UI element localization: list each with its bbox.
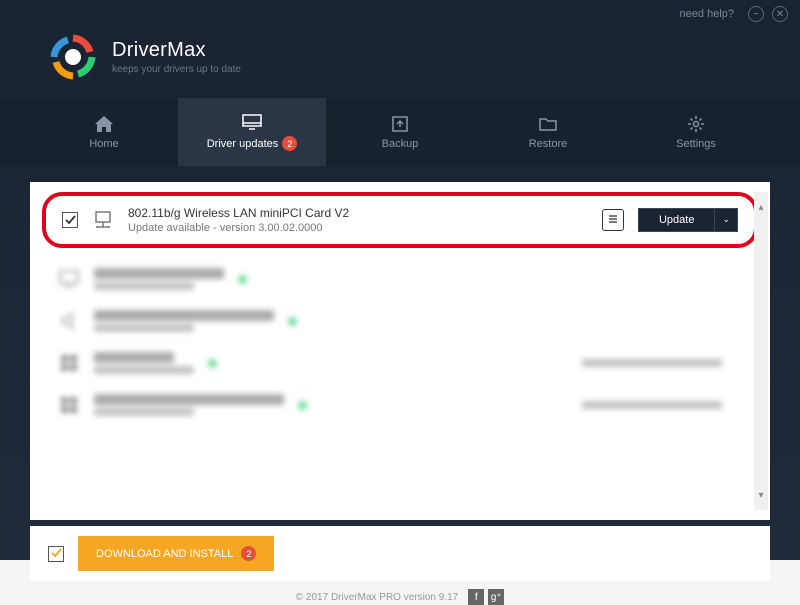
nav-updates-label: Driver updates	[207, 138, 279, 150]
copyright-text: © 2017 DriverMax PRO version 9.17	[296, 592, 458, 603]
driver-name	[94, 268, 224, 279]
scroll-up-icon[interactable]: ▴	[754, 192, 768, 222]
gear-icon	[686, 115, 706, 133]
googleplus-icon[interactable]: g⁺	[488, 589, 504, 605]
windows-device-icon	[58, 394, 80, 416]
driver-list: ▴ ▾ 802.11b/g Wireless LAN miniPCI Card …	[30, 182, 770, 520]
download-install-button[interactable]: DOWNLOAD AND INSTALL 2	[78, 536, 274, 571]
nav-restore-label: Restore	[529, 138, 568, 150]
nav-backup-label: Backup	[382, 138, 419, 150]
nav-home[interactable]: Home	[30, 98, 178, 166]
row-checkbox[interactable]	[62, 212, 78, 228]
social-links: f g⁺	[468, 589, 504, 605]
nav-settings[interactable]: Settings	[622, 98, 770, 166]
select-all-checkbox[interactable]	[48, 546, 64, 562]
nav-restore[interactable]: Restore	[474, 98, 622, 166]
nav-settings-label: Settings	[676, 138, 716, 150]
update-button-group: Update ⌄	[638, 208, 738, 232]
status-ok-icon	[238, 275, 247, 284]
status-ok-icon	[298, 401, 307, 410]
nav-driver-updates[interactable]: Driver updates2	[178, 98, 326, 166]
details-button[interactable]	[602, 209, 624, 231]
monitor-icon	[242, 113, 262, 131]
backup-icon	[390, 115, 410, 133]
brand-title: DriverMax	[112, 39, 241, 62]
updates-badge: 2	[282, 136, 297, 151]
driver-row[interactable]	[36, 300, 764, 342]
titlebar: need help? − ✕	[0, 0, 800, 28]
help-link[interactable]: need help?	[680, 8, 734, 20]
home-icon	[94, 115, 114, 133]
audio-device-icon	[58, 310, 80, 332]
download-label: DOWNLOAD AND INSTALL	[96, 548, 233, 560]
facebook-icon[interactable]: f	[468, 589, 484, 605]
app-logo-icon	[50, 34, 96, 80]
header: DriverMax keeps your drivers up to date	[0, 28, 800, 98]
driver-row[interactable]	[36, 384, 764, 426]
driver-name: 802.11b/g Wireless LAN miniPCI Card V2	[128, 206, 588, 220]
nav-bar: Home Driver updates2 Backup Restore Sett…	[0, 98, 800, 166]
nav-home-label: Home	[89, 138, 118, 150]
scroll-down-icon[interactable]: ▾	[754, 480, 768, 510]
footer: © 2017 DriverMax PRO version 9.17 f g⁺	[0, 581, 800, 605]
bottom-action-bar: DOWNLOAD AND INSTALL 2	[30, 526, 770, 581]
network-card-icon	[92, 209, 114, 231]
status-ok-icon	[208, 359, 217, 368]
download-badge: 2	[241, 546, 256, 561]
driver-row-highlighted: 802.11b/g Wireless LAN miniPCI Card V2 U…	[42, 192, 758, 248]
update-dropdown-button[interactable]: ⌄	[715, 208, 738, 232]
minimize-button[interactable]: −	[748, 6, 764, 22]
driver-info: 802.11b/g Wireless LAN miniPCI Card V2 U…	[128, 206, 588, 234]
nav-backup[interactable]: Backup	[326, 98, 474, 166]
status-ok-icon	[288, 317, 297, 326]
close-button[interactable]: ✕	[772, 6, 788, 22]
monitor-device-icon	[58, 268, 80, 290]
driver-status: Update available - version 3.00.02.0000	[128, 222, 588, 234]
update-button[interactable]: Update	[638, 208, 715, 232]
driver-row[interactable]	[36, 258, 764, 300]
brand: DriverMax keeps your drivers up to date	[112, 39, 241, 75]
app-window: need help? − ✕ DriverMax keeps your driv…	[0, 0, 800, 560]
windows-device-icon	[58, 352, 80, 374]
driver-row[interactable]	[36, 342, 764, 384]
brand-subtitle: keeps your drivers up to date	[112, 64, 241, 75]
folder-icon	[538, 115, 558, 133]
